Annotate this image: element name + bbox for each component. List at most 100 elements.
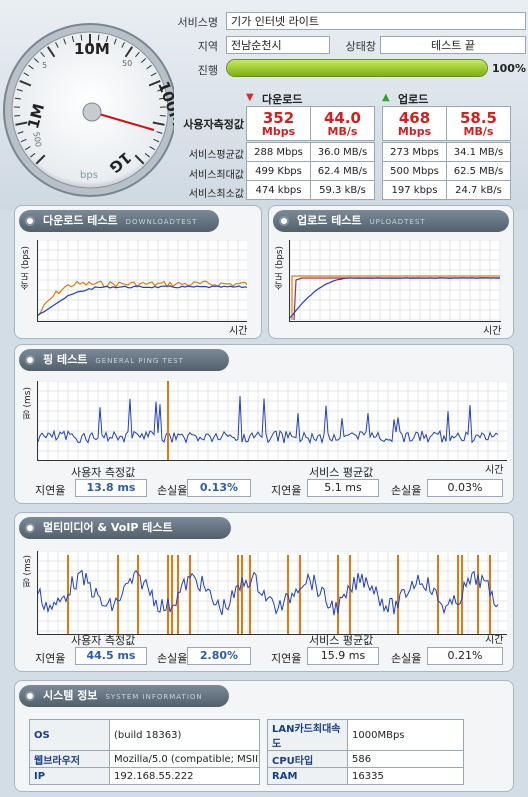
max-label: 서비스최대값: [188, 170, 244, 181]
download-xlabel: 시간: [229, 326, 248, 337]
gauge-tick-50: 50: [122, 59, 132, 68]
system-info-panel: 시스템 정보 SYSTEM INFORMATION OS (build 18363…: [14, 680, 514, 792]
stats-cell: 197 kbps: [382, 180, 447, 200]
sys-label-ip: IP: [29, 767, 110, 785]
upload-ylabel: 속도 (bps): [275, 246, 285, 290]
upload-label: 업로드: [398, 93, 429, 106]
sys-label-ram: RAM: [267, 767, 348, 785]
voip-user-latency: 44.5 ms: [75, 647, 147, 665]
stats-cell: 62.5 MB/s: [446, 161, 511, 181]
upload-arrow-icon: ▲: [382, 92, 390, 103]
ping-xlabel: 시간: [485, 465, 504, 476]
voip-avg-loss: 0.21%: [427, 647, 503, 665]
stats-cell: 273 Mbps: [382, 142, 447, 162]
ping-user-latency: 13.8 ms: [75, 479, 147, 497]
sys-label-lan: LAN카드최대속도: [267, 719, 348, 751]
progress-bar: [226, 59, 488, 77]
voip-test-panel: 멀티미디어 & VoIP 테스트 핑 (ms) 시간 사용자 측정값 서비스 평…: [14, 512, 514, 672]
voip-chart: [37, 551, 507, 635]
voip-test-header: 멀티미디어 & VoIP 테스트: [19, 517, 231, 539]
dl-measured-mbs: 44.0 MB/s: [310, 106, 375, 141]
progress-label: 진행: [197, 64, 218, 77]
sys-value-cpu: 586: [347, 750, 464, 768]
stats-cell: 36.0 MB/s: [310, 142, 375, 162]
stats-row: 474 kbps 59.3 kB/s 197 kbps 24.7 kB/s: [246, 180, 511, 200]
ping-user-loss: 0.13%: [187, 479, 251, 497]
status-label: 상태창: [345, 40, 376, 53]
stats-cell: 499 Kbps: [246, 161, 311, 181]
gauge-unit: bps: [80, 170, 98, 181]
sys-label-os: OS: [29, 719, 110, 751]
ping-avg-latency-label: 지연율: [271, 484, 302, 497]
ping-user-label: 사용자 측정값: [71, 466, 136, 479]
ping-user-loss-label: 손실율: [157, 484, 188, 497]
download-ylabel: 속도 (bps): [21, 246, 31, 290]
ping-avg-label: 서비스 평균값: [309, 466, 374, 479]
measured-label: 사용자측정값: [183, 118, 244, 131]
stats-cell: 34.1 MB/s: [446, 142, 511, 162]
dl-measured-mbps: 352 Mbps: [246, 106, 311, 141]
gauge-tick-10M: 10M: [74, 40, 110, 58]
service-name-value: 기가 인터넷 라이트: [226, 12, 526, 30]
stats-cell: 500 Mbps: [382, 161, 447, 181]
ul-measured-mbs: 58.5 MB/s: [446, 106, 511, 141]
avg-label: 서비스평균값: [188, 150, 244, 161]
download-test-panel: 다운로드 테스트 DOWNLOADTEST 속도 (bps) 시간: [14, 205, 262, 339]
sys-value-ram: 16335: [347, 767, 464, 785]
sys-label-browser: 웹브라우저: [29, 750, 110, 768]
upload-series-blue: [290, 277, 501, 319]
stats-row: 499 Kbps 62.4 MB/s 500 Mbps 62.5 MB/s: [246, 161, 511, 181]
ul-measured-mbps: 468 Mbps: [382, 106, 447, 141]
ping-avg-loss-label: 손실율: [391, 484, 422, 497]
table-row: OS (build 18363) LAN카드최대속도 1000MBps: [29, 719, 464, 751]
voip-user-loss: 2.80%: [187, 647, 251, 665]
stats-cell: 474 kbps: [246, 180, 311, 200]
system-info-header: 시스템 정보 SYSTEM INFORMATION: [19, 685, 229, 707]
gauge-tick-5: 5: [42, 61, 47, 70]
voip-avg-latency-label: 지연율: [271, 652, 302, 665]
stats-row: 288 Mbps 36.0 MB/s 273 Mbps 34.1 MB/s: [246, 142, 511, 162]
upload-test-header: 업로드 테스트 UPLOADTEST: [273, 210, 509, 232]
sys-value-ip: 192.168.55.222: [109, 767, 260, 785]
download-chart: [37, 240, 247, 322]
voip-avg-latency: 15.9 ms: [307, 647, 379, 665]
progress-text: 100%: [492, 62, 526, 75]
min-label: 서비스최소값: [188, 189, 244, 200]
upload-chart: [289, 240, 501, 322]
ping-avg-loss: 0.03%: [427, 479, 503, 497]
ping-test-header: 핑 테스트 GENERAL PING TEST: [19, 349, 229, 371]
progress-fill: [227, 60, 487, 76]
voip-xlabel: 시간: [485, 635, 504, 646]
download-label: 다운로드: [262, 93, 303, 106]
status-value: 테스트 끝: [380, 36, 526, 54]
service-name-label: 서비스명: [177, 16, 218, 29]
sys-label-cpu: CPU타입: [267, 750, 348, 768]
stats-cell: 24.7 kB/s: [446, 180, 511, 200]
download-test-header: 다운로드 테스트 DOWNLOADTEST: [19, 210, 219, 232]
voip-avg-loss-label: 손실율: [391, 652, 422, 665]
upload-test-panel: 업로드 테스트 UPLOADTEST 속도 (bps) 시간: [268, 205, 514, 339]
measured-table: 352 Mbps 44.0 MB/s 468 Mbps 58.5 MB/s: [246, 106, 511, 141]
table-row: 웹브라우저 Mozilla/5.0 (compatible; MSII CPU타…: [29, 750, 464, 768]
upload-series-orange: [291, 275, 500, 320]
sys-value-os: (build 18363): [109, 719, 260, 751]
sys-value-lan: 1000MBps: [347, 719, 464, 751]
ping-avg-latency: 5.1 ms: [307, 479, 379, 497]
voip-avg-label: 서비스 평균값: [309, 634, 374, 647]
ping-chart: [37, 381, 507, 461]
stats-cell: 288 Mbps: [246, 142, 311, 162]
upload-xlabel: 시간: [483, 326, 502, 337]
ping-test-panel: 핑 테스트 GENERAL PING TEST 핑 (ms) 시간 사용자 측정값…: [14, 344, 514, 504]
ping-user-latency-label: 지연율: [35, 484, 66, 497]
region-value: 전남순천시: [226, 36, 330, 54]
system-info-table: OS (build 18363) LAN카드최대속도 1000MBps 웹브라우…: [29, 719, 464, 785]
table-row: IP 192.168.55.222 RAM 16335: [29, 767, 464, 785]
region-label: 지역: [197, 40, 218, 53]
sys-value-browser: Mozilla/5.0 (compatible; MSII: [109, 750, 260, 768]
voip-ylabel: 핑 (ms): [23, 555, 33, 588]
stats-cell: 62.4 MB/s: [310, 161, 375, 181]
gauge-hub: [82, 102, 102, 122]
voip-user-latency-label: 지연율: [35, 652, 66, 665]
speed-gauge: 1M 10M 100M 1G 5 50 500 bps: [3, 23, 174, 197]
voip-user-loss-label: 손실율: [157, 652, 188, 665]
